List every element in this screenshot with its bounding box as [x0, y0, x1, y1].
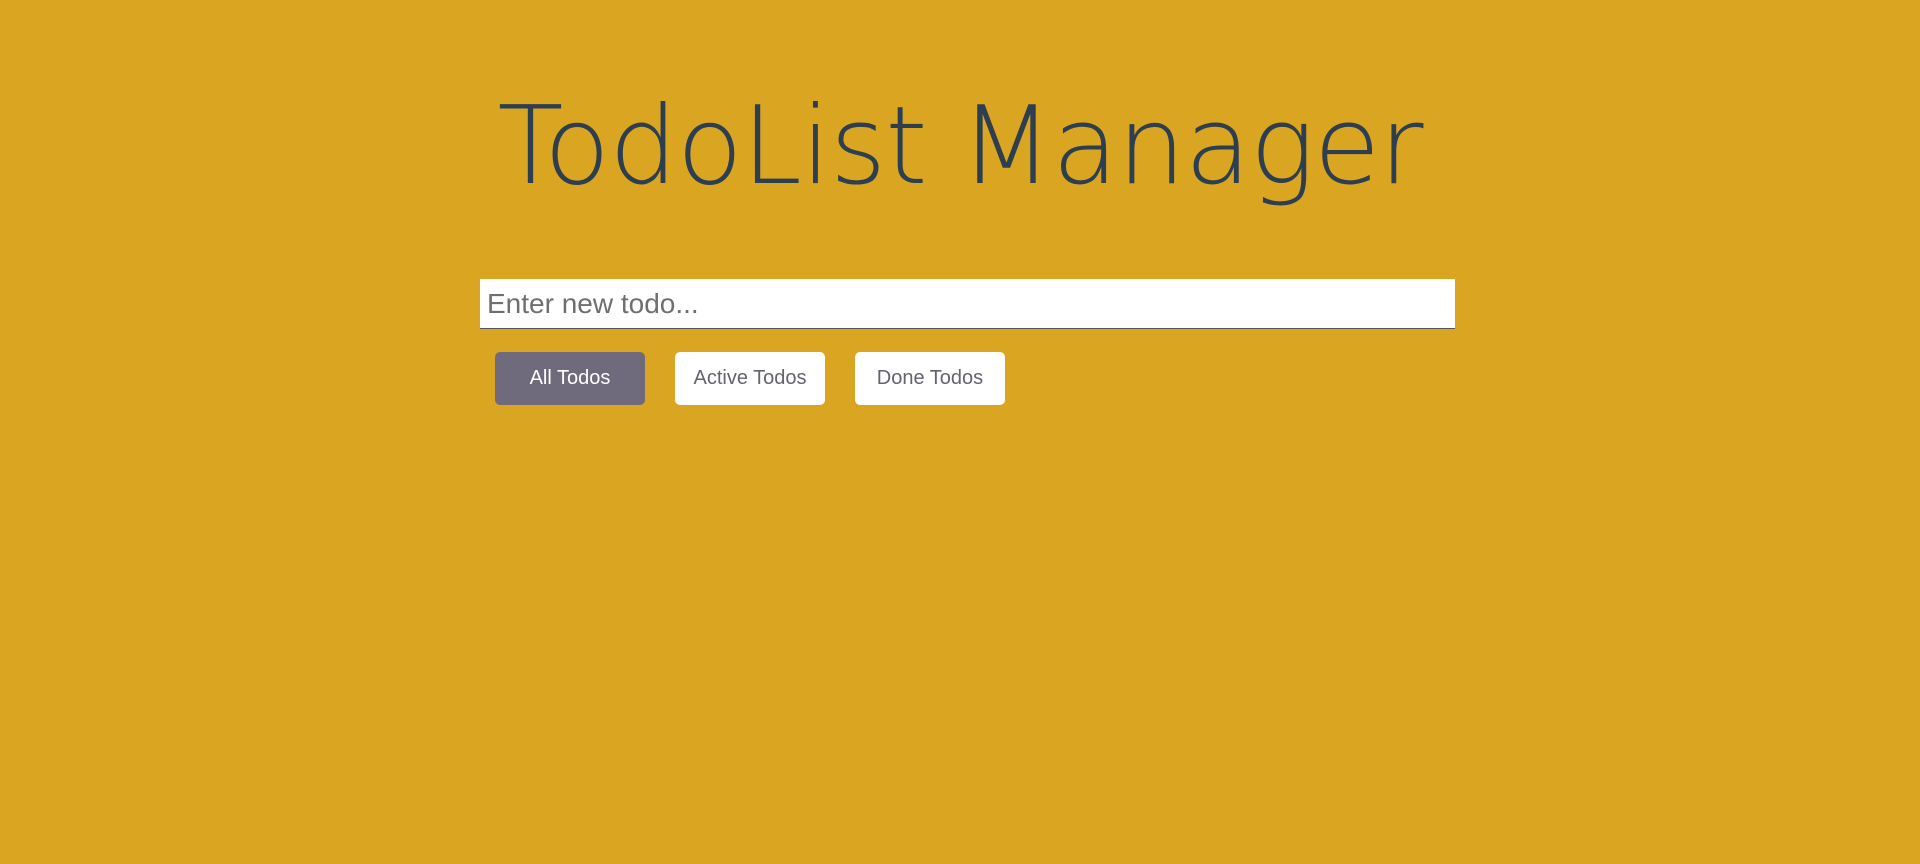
filter-done-todos-button[interactable]: Done Todos	[855, 352, 1005, 405]
todo-app: TodoList Manager All Todos Active Todos …	[0, 0, 1920, 864]
filter-active-todos-button[interactable]: Active Todos	[675, 352, 825, 405]
new-todo-input[interactable]	[480, 279, 1455, 329]
filter-all-todos-button[interactable]: All Todos	[495, 352, 645, 405]
page-title: TodoList Manager	[497, 84, 1423, 209]
filter-bar: All Todos Active Todos Done Todos	[495, 352, 1005, 405]
